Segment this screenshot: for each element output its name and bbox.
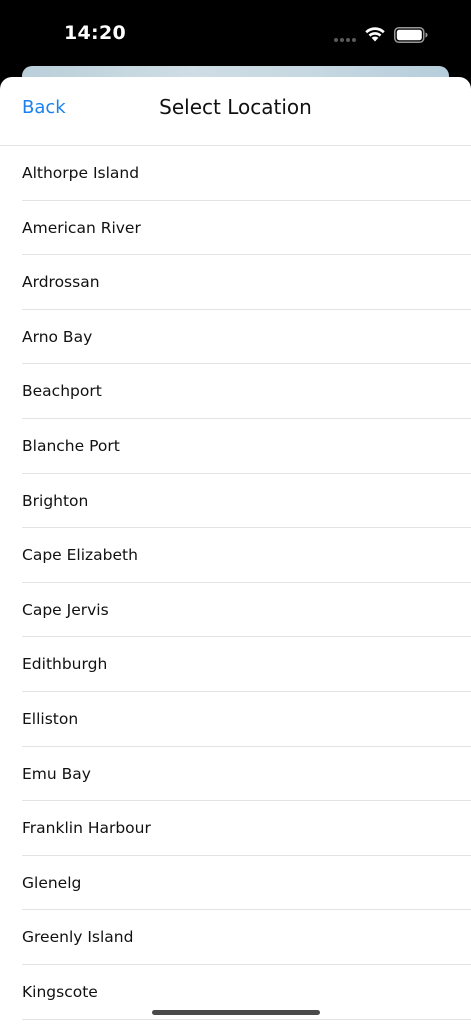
location-item-label: Greenly Island <box>22 928 134 947</box>
location-item[interactable]: Cape Elizabeth <box>0 528 471 583</box>
location-item-label: Elliston <box>22 709 79 728</box>
location-item-label: Emu Bay <box>22 764 91 783</box>
location-item-label: Edithburgh <box>22 655 108 674</box>
select-location-sheet: Back Select Location Althorpe Island Ame… <box>0 77 471 1024</box>
location-item-label: Brighton <box>22 491 89 510</box>
location-item[interactable]: Ardrossan <box>0 255 471 310</box>
location-item[interactable]: Edithburgh <box>0 637 471 692</box>
location-item[interactable]: Beachport <box>0 364 471 419</box>
location-item[interactable]: Elliston <box>0 692 471 747</box>
location-item-label: Kingscote <box>22 982 98 1001</box>
navigation-bar: Back Select Location <box>0 77 471 146</box>
home-indicator[interactable] <box>152 1010 320 1015</box>
status-time: 14:20 <box>64 22 126 44</box>
location-item[interactable]: Althorpe Island <box>0 146 471 201</box>
location-item[interactable]: Cape Jervis <box>0 583 471 638</box>
location-list: Althorpe Island American River Ardrossan… <box>0 146 471 1020</box>
battery-icon <box>394 27 428 43</box>
location-item-label: Arno Bay <box>22 327 93 346</box>
location-item[interactable]: Arno Bay <box>0 310 471 365</box>
status-bar: 14:20 <box>0 0 471 66</box>
location-item-label: Beachport <box>22 382 102 401</box>
location-item[interactable]: Blanche Port <box>0 419 471 474</box>
location-item[interactable]: Franklin Harbour <box>0 801 471 856</box>
location-item-label: Franklin Harbour <box>22 819 151 838</box>
cellular-signal-icon <box>334 38 356 42</box>
location-item[interactable]: Glenelg <box>0 856 471 911</box>
location-item-label: American River <box>22 218 141 237</box>
location-item[interactable]: Brighton <box>0 474 471 529</box>
location-item[interactable]: American River <box>0 201 471 256</box>
location-item-label: Blanche Port <box>22 436 120 455</box>
location-item[interactable]: Emu Bay <box>0 747 471 802</box>
location-item-label: Cape Elizabeth <box>22 546 138 565</box>
location-item-label: Ardrossan <box>22 273 100 292</box>
location-item-label: Cape Jervis <box>22 600 109 619</box>
screen: 14:20 Back Select Location Althorpe Isla… <box>0 0 471 1024</box>
page-title: Select Location <box>159 95 312 119</box>
wifi-icon <box>365 27 385 42</box>
location-item-label: Althorpe Island <box>22 164 140 182</box>
location-item[interactable]: Greenly Island <box>0 910 471 965</box>
location-item-label: Glenelg <box>22 873 82 892</box>
